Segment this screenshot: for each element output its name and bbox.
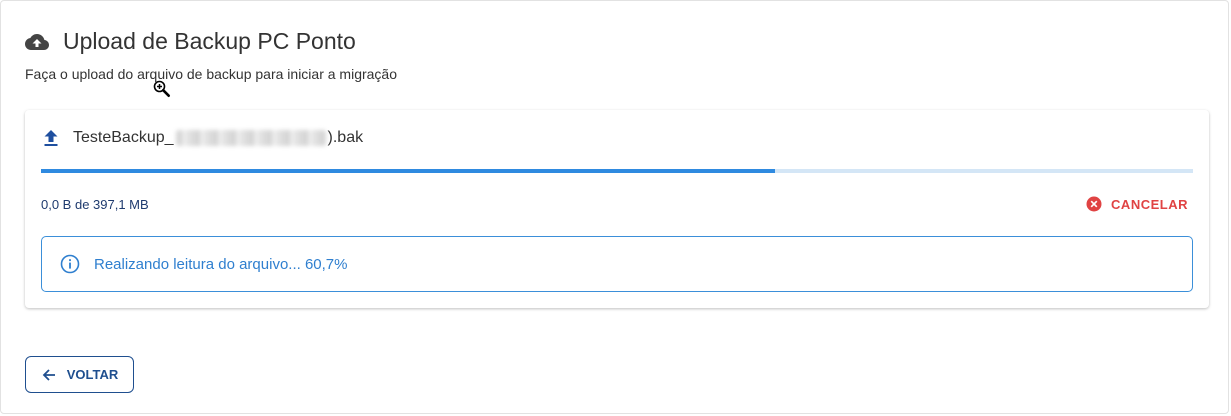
status-message: Realizando leitura do arquivo... 60,7% [94,255,348,273]
back-label: VOLTAR [66,367,119,382]
page-subtitle: Faça o upload do arquivo de backup para … [25,66,398,82]
zoom-in-cursor-icon [153,80,171,98]
status-alert: Realizando leitura do arquivo... 60,7% [41,236,1193,292]
close-circle-icon [1086,196,1102,212]
page-title: Upload de Backup PC Ponto [63,28,356,54]
file-name-prefix: TesteBackup_ [73,129,174,146]
upload-progress-fill [41,169,775,173]
file-name-suffix: ).bak [327,129,364,146]
info-circle-icon [60,254,80,274]
upload-arrow-icon [43,128,61,148]
cancel-button[interactable]: CANCELAR [1086,196,1188,212]
arrow-left-icon [41,367,57,383]
upload-size-text: 0,0 B de 397,1 MB [41,197,149,212]
file-name: TesteBackup_ ).bak [73,129,363,147]
back-button[interactable]: VOLTAR [25,356,134,393]
upload-progress-bar [41,169,1193,173]
page-header: Upload de Backup PC Ponto [25,28,356,55]
file-row: TesteBackup_ ).bak [43,128,363,148]
redacted-file-name [175,130,326,146]
upload-card: TesteBackup_ ).bak 0,0 B de 397,1 MB CAN… [25,110,1209,308]
cloud-upload-icon [25,30,49,54]
cancel-label: CANCELAR [1111,196,1188,212]
